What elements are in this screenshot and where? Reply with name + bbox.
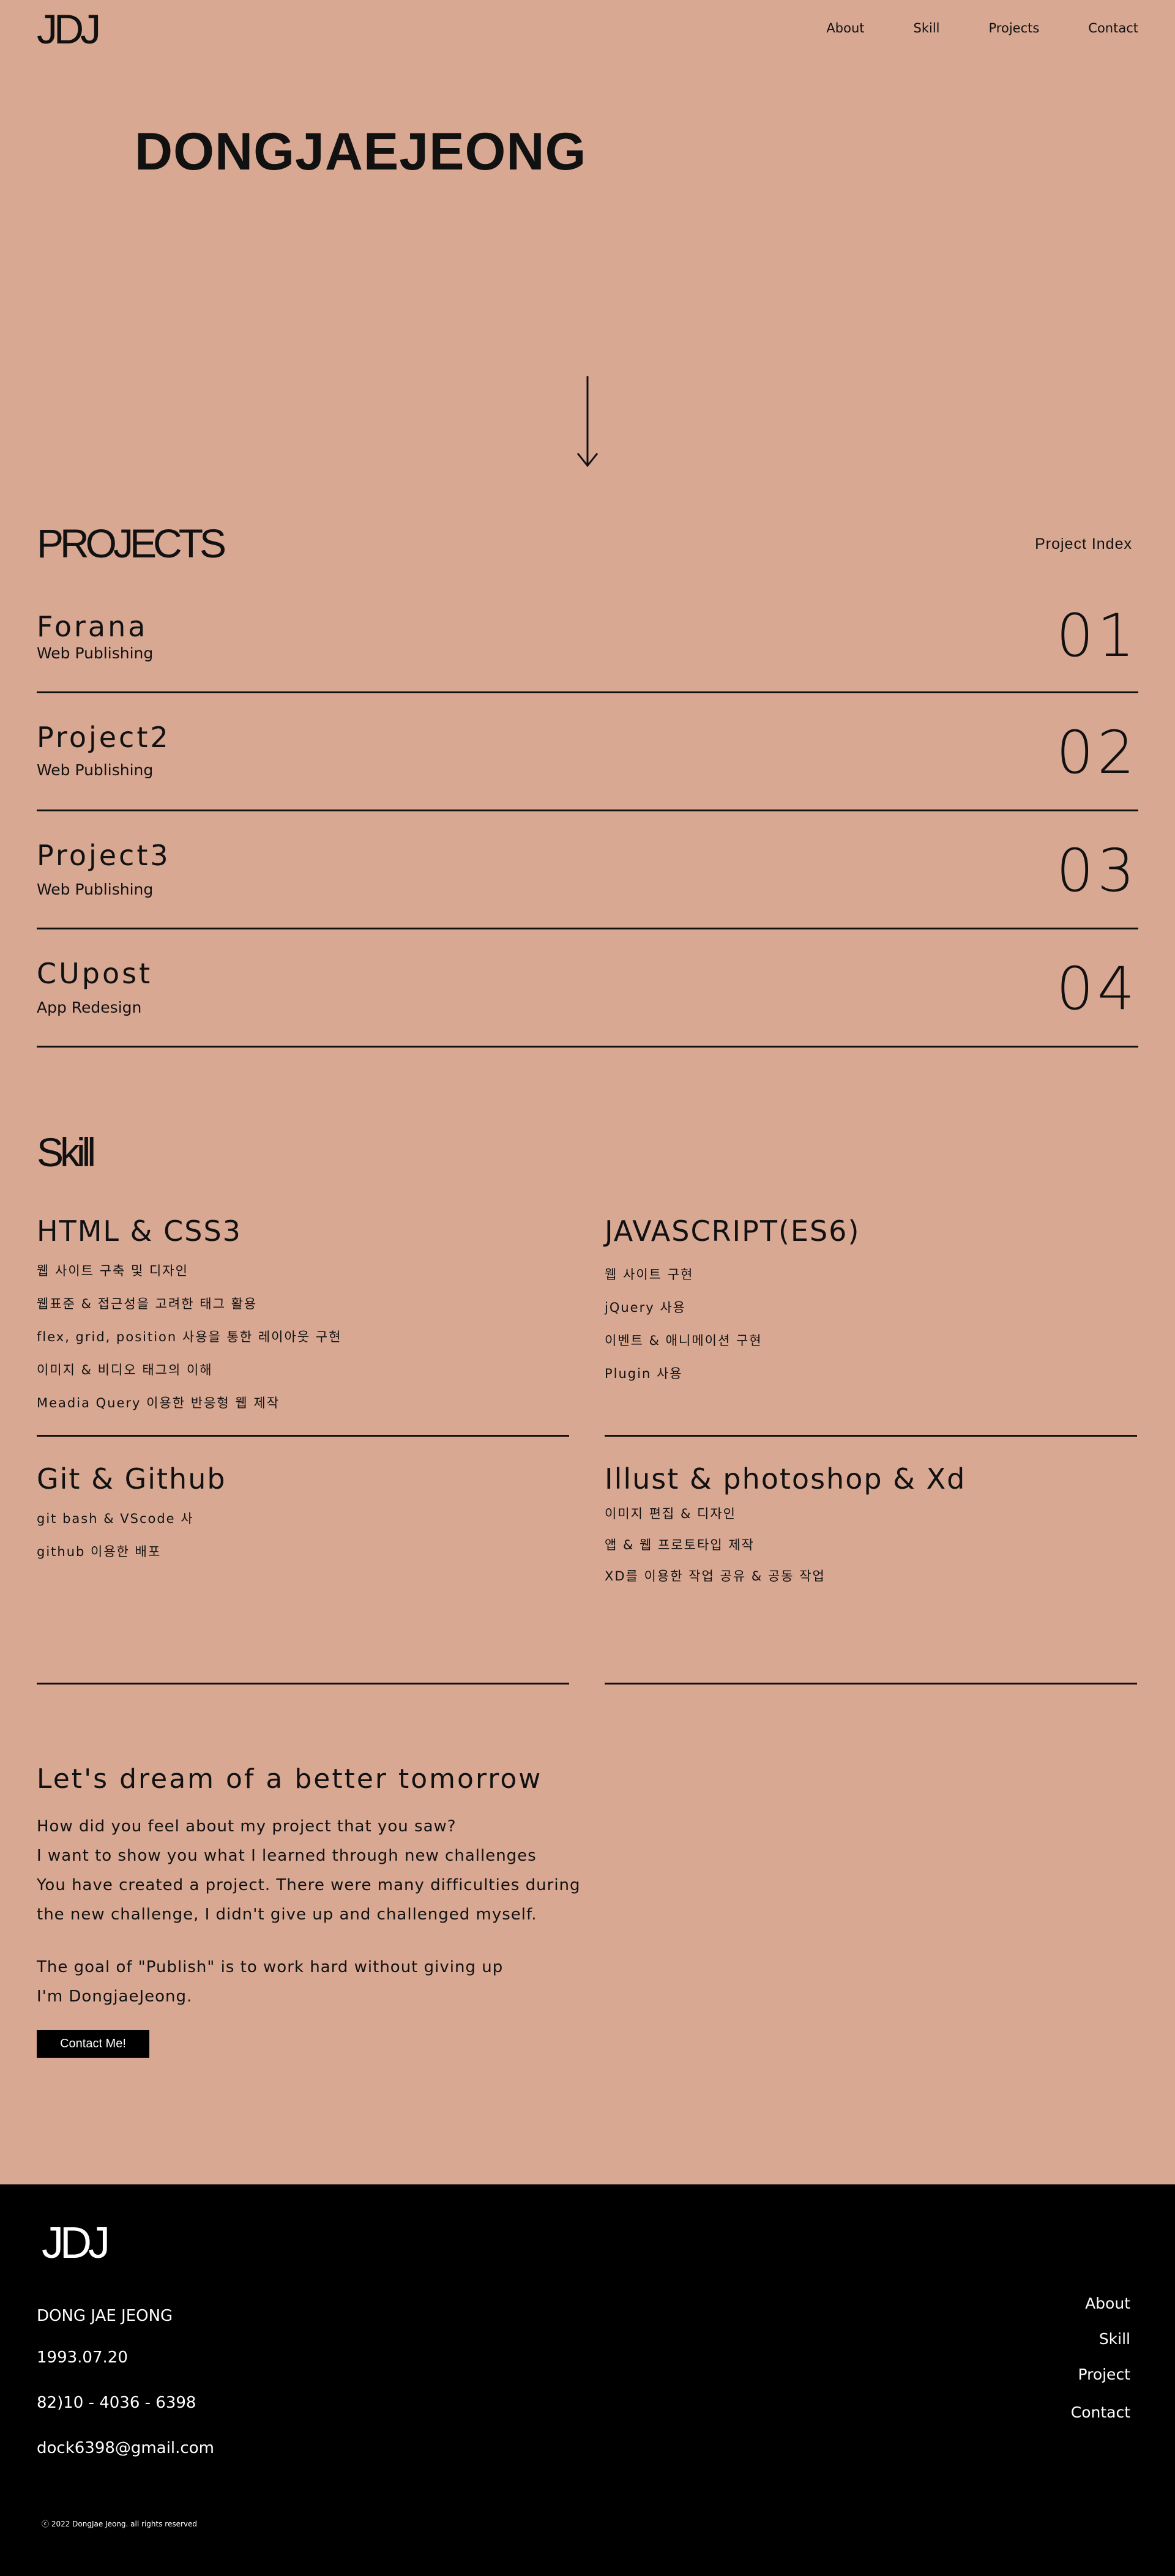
contact-text: the new challenge, I didn't give up and …: [37, 1905, 537, 1924]
skill-item: 웹 사이트 구축 및 디자인: [37, 1264, 188, 1278]
contact-text: I want to show you what I learned throug…: [37, 1847, 537, 1865]
project-row[interactable]: Project2 Web Publishing 02: [37, 691, 1138, 811]
skill-card-title: JAVASCRIPT(ES6): [605, 1215, 860, 1248]
scroll-down-arrow-icon[interactable]: [576, 376, 599, 468]
skill-card-html-css: HTML & CSS3 웹 사이트 구축 및 디자인 웹표준 & 접근성을 고려…: [37, 1215, 569, 1437]
project-number: 01: [1056, 601, 1138, 670]
footer-phone: 82)10 - 4036 - 6398: [37, 2394, 196, 2412]
hero-name: DONGJAEJEONG: [135, 122, 587, 181]
skill-card-design-tools: Illust & photoshop & Xd 이미지 편집 & 디자인 앱 &…: [605, 1462, 1137, 1684]
footer-name: DONG JAE JEONG: [37, 2307, 173, 2325]
nav-contact[interactable]: Contact: [1088, 21, 1138, 35]
project-number: 04: [1056, 955, 1138, 1023]
skill-item: flex, grid, position 사용을 통한 레이아웃 구현: [37, 1330, 342, 1344]
nav-skill[interactable]: Skill: [914, 21, 940, 35]
project-row[interactable]: Forana Web Publishing 01: [37, 573, 1138, 693]
skill-card-javascript: JAVASCRIPT(ES6) 웹 사이트 구현 jQuery 사용 이벤트 &…: [605, 1215, 1137, 1437]
skill-card-title: Git & Github: [37, 1462, 226, 1495]
skill-card-title: Illust & photoshop & Xd: [605, 1462, 966, 1495]
nav-about[interactable]: About: [826, 21, 864, 35]
projects-title: PROJECTS: [37, 521, 226, 566]
skill-item: jQuery 사용: [605, 1300, 686, 1315]
skill-item: XD를 이용한 작업 공유 & 공동 작업: [605, 1569, 826, 1584]
skill-item: git bash & VScode 사: [37, 1511, 194, 1526]
skill-item: Plugin 사용: [605, 1366, 683, 1381]
site-footer: JDJ DONG JAE JEONG 1993.07.20 82)10 - 40…: [0, 2184, 1175, 2576]
skill-title: Skill: [37, 1130, 96, 1175]
skill-item: github 이용한 배포: [37, 1544, 162, 1559]
footer-nav-project[interactable]: Project: [1078, 2366, 1130, 2383]
contact-me-button[interactable]: Contact Me!: [37, 2030, 149, 2058]
project-row[interactable]: CUpost App Redesign 04: [37, 928, 1138, 1048]
project-name: Forana: [37, 610, 148, 643]
nav-projects[interactable]: Projects: [989, 21, 1040, 35]
skill-item: 웹표준 & 접근성을 고려한 태그 활용: [37, 1297, 258, 1311]
footer-logo[interactable]: JDJ: [42, 2221, 110, 2265]
skill-item: 이미지 & 비디오 태그의 이해: [37, 1363, 213, 1377]
contact-text: I'm DongjaeJeong.: [37, 1987, 193, 2006]
top-nav: About Skill Projects Contact: [777, 21, 1138, 35]
project-category: Web Publishing: [37, 761, 154, 779]
site-logo[interactable]: JDJ: [37, 9, 101, 50]
footer-nav-skill[interactable]: Skill: [1099, 2330, 1130, 2348]
project-category: App Redesign: [37, 999, 142, 1016]
project-name: Project3: [37, 839, 171, 872]
project-name: Project2: [37, 721, 171, 754]
contact-text: You have created a project. There were m…: [37, 1876, 581, 1894]
project-category: Web Publishing: [37, 880, 154, 898]
skill-item: 웹 사이트 구현: [605, 1267, 694, 1282]
footer-copyright: ⓒ 2022 DongJae Jeong. all rights reserve…: [42, 2520, 197, 2528]
skill-card-title: HTML & CSS3: [37, 1215, 242, 1248]
project-name: CUpost: [37, 957, 153, 990]
skill-item: 이벤트 & 애니메이션 구현: [605, 1333, 763, 1348]
skill-item: 앱 & 웹 프로토타입 제작: [605, 1538, 755, 1552]
skill-item: 이미지 편집 & 디자인: [605, 1506, 736, 1521]
footer-nav-contact[interactable]: Contact: [1071, 2403, 1130, 2421]
contact-text: How did you feel about my project that y…: [37, 1817, 457, 1836]
project-row[interactable]: Project3 Web Publishing 03: [37, 810, 1138, 929]
project-category: Web Publishing: [37, 644, 154, 662]
project-number: 03: [1056, 836, 1138, 905]
skill-item: Meadia Query 이용한 반응형 웹 제작: [37, 1396, 280, 1410]
contact-text: The goal of "Publish" is to work hard wi…: [37, 1958, 504, 1976]
skill-card-git: Git & Github git bash & VScode 사 github …: [37, 1462, 569, 1684]
contact-heading: Let's dream of a better tomorrow: [37, 1763, 543, 1795]
footer-email[interactable]: dock6398@gmail.com: [37, 2439, 214, 2457]
project-number: 02: [1056, 718, 1138, 787]
footer-nav-about[interactable]: About: [1085, 2295, 1130, 2312]
project-index-link[interactable]: Project Index: [1035, 535, 1132, 553]
footer-birth: 1993.07.20: [37, 2348, 128, 2367]
